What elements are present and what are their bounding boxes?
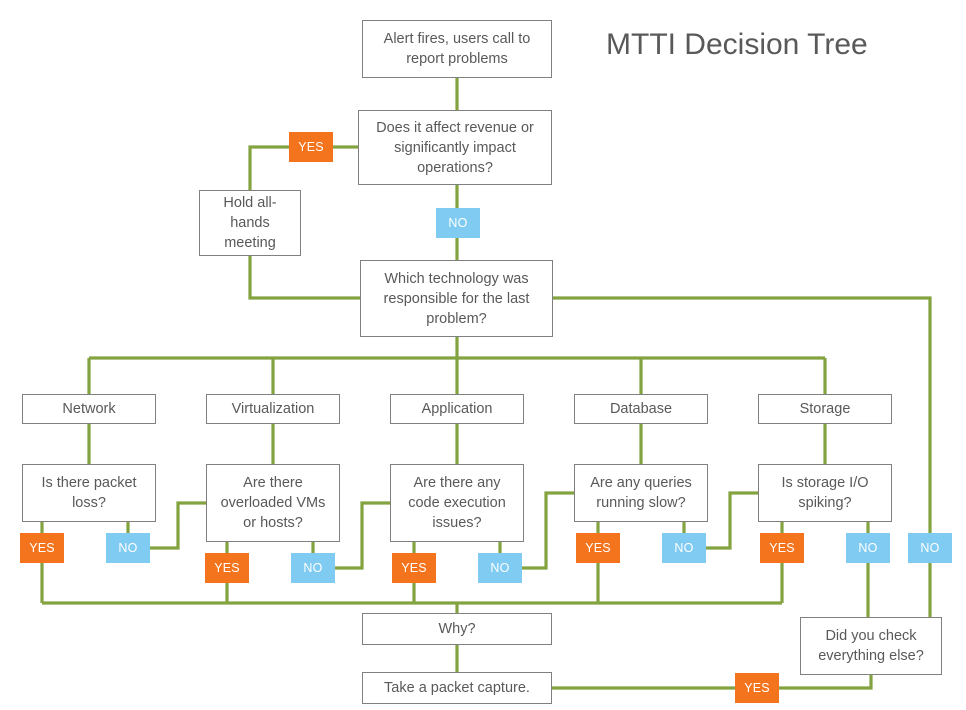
node-codeexec[interactable]: Are there any code execution issues? (390, 464, 524, 542)
node-label-allhands: Hold all-hands meeting (223, 195, 277, 251)
badge-label-yes-packetloss: YES (29, 540, 55, 555)
badge-label-yes-revenue: YES (298, 139, 324, 154)
badge-yes-packetloss[interactable]: YES (20, 533, 64, 563)
flowchart-canvas: MTTI Decision Tree Alert fires, users ca… (0, 0, 966, 710)
node-label-checkall: Did you check everything else? (818, 628, 924, 664)
node-label-storage: Storage (799, 401, 851, 417)
node-label-packetloss: Is there packet loss? (41, 475, 137, 511)
badge-no-storageio[interactable]: NO (846, 533, 890, 563)
badge-label-no-whichtech: NO (920, 540, 940, 555)
connector-yes-to-allhands (248, 145, 289, 190)
node-label-queries: Are any queries running slow? (590, 475, 692, 511)
connector-no-codeexec-to-queries (522, 491, 574, 570)
badge-yes-overloaded[interactable]: YES (205, 553, 249, 583)
node-storageio[interactable]: Is storage I/O spiking? (758, 464, 892, 522)
badge-label-yes-checkall: YES (744, 680, 770, 695)
badge-label-yes-overloaded: YES (214, 560, 240, 575)
badge-yes-codeexec[interactable]: YES (392, 553, 436, 583)
node-label-database: Database (609, 401, 673, 417)
node-checkall[interactable]: Did you check everything else? (800, 617, 942, 675)
node-application[interactable]: Application (390, 394, 524, 424)
node-label-application: Application (421, 401, 493, 417)
edge-layer (40, 78, 932, 690)
badge-label-yes-queries: YES (585, 540, 611, 555)
node-overloaded[interactable]: Are there overloaded VMs or hosts? (206, 464, 340, 542)
node-label-capture: Take a packet capture. (384, 680, 530, 696)
badge-label-no-packetloss: NO (118, 540, 138, 555)
node-queries[interactable]: Are any queries running slow? (574, 464, 708, 522)
connector-checkall-to-yes (779, 675, 873, 690)
badge-label-no-revenue: NO (448, 215, 468, 230)
node-why[interactable]: Why? (362, 613, 552, 645)
badge-label-no-queries: NO (674, 540, 694, 555)
node-database[interactable]: Database (574, 394, 708, 424)
badge-no-queries[interactable]: NO (662, 533, 706, 563)
node-storage[interactable]: Storage (758, 394, 892, 424)
badge-label-no-codeexec: NO (490, 560, 510, 575)
badge-no-overloaded[interactable]: NO (291, 553, 335, 583)
page-title: MTTI Decision Tree (606, 28, 868, 61)
badge-no-packetloss[interactable]: NO (106, 533, 150, 563)
node-label-virtualization: Virtualization (231, 401, 315, 417)
badge-no-codeexec[interactable]: NO (478, 553, 522, 583)
badge-label-yes-storageio: YES (769, 540, 795, 555)
node-label-network: Network (62, 401, 116, 417)
node-label-why: Why? (438, 621, 476, 637)
node-label-alert: Alert fires, users call to report proble… (383, 31, 531, 67)
badge-yes-checkall[interactable]: YES (735, 673, 779, 703)
node-label-whichtech: Which technology was responsible for the… (383, 270, 530, 327)
connector-no-queries-to-storageio (706, 491, 758, 550)
badge-yes-revenue[interactable]: YES (289, 132, 333, 162)
node-label-revenue: Does it affect revenue or significantly … (376, 119, 534, 176)
node-allhands[interactable]: Hold all-hands meeting (199, 190, 301, 256)
node-network[interactable]: Network (22, 394, 156, 424)
badge-label-no-storageio: NO (858, 540, 878, 555)
connector-no-packetloss-to-overloaded (150, 501, 206, 550)
node-whichtech[interactable]: Which technology was responsible for the… (360, 260, 553, 337)
badge-no-revenue[interactable]: NO (436, 208, 480, 238)
node-packetloss[interactable]: Is there packet loss? (22, 464, 156, 522)
connector-no-overloaded-to-codeexec (335, 501, 390, 570)
node-label-storageio: Is storage I/O spiking? (781, 475, 869, 511)
node-label-overloaded: Are there overloaded VMs or hosts? (220, 475, 326, 531)
node-virtualization[interactable]: Virtualization (206, 394, 340, 424)
connector-allhands-to-whichtech (248, 256, 360, 300)
badge-yes-queries[interactable]: YES (576, 533, 620, 563)
badge-label-no-overloaded: NO (303, 560, 323, 575)
badge-yes-storageio[interactable]: YES (760, 533, 804, 563)
node-capture[interactable]: Take a packet capture. (362, 672, 552, 704)
badge-no-whichtech[interactable]: NO (908, 533, 952, 563)
node-label-codeexec: Are there any code execution issues? (408, 475, 506, 531)
node-alert[interactable]: Alert fires, users call to report proble… (362, 20, 552, 78)
node-revenue[interactable]: Does it affect revenue or significantly … (358, 110, 552, 185)
badge-label-yes-codeexec: YES (401, 560, 427, 575)
